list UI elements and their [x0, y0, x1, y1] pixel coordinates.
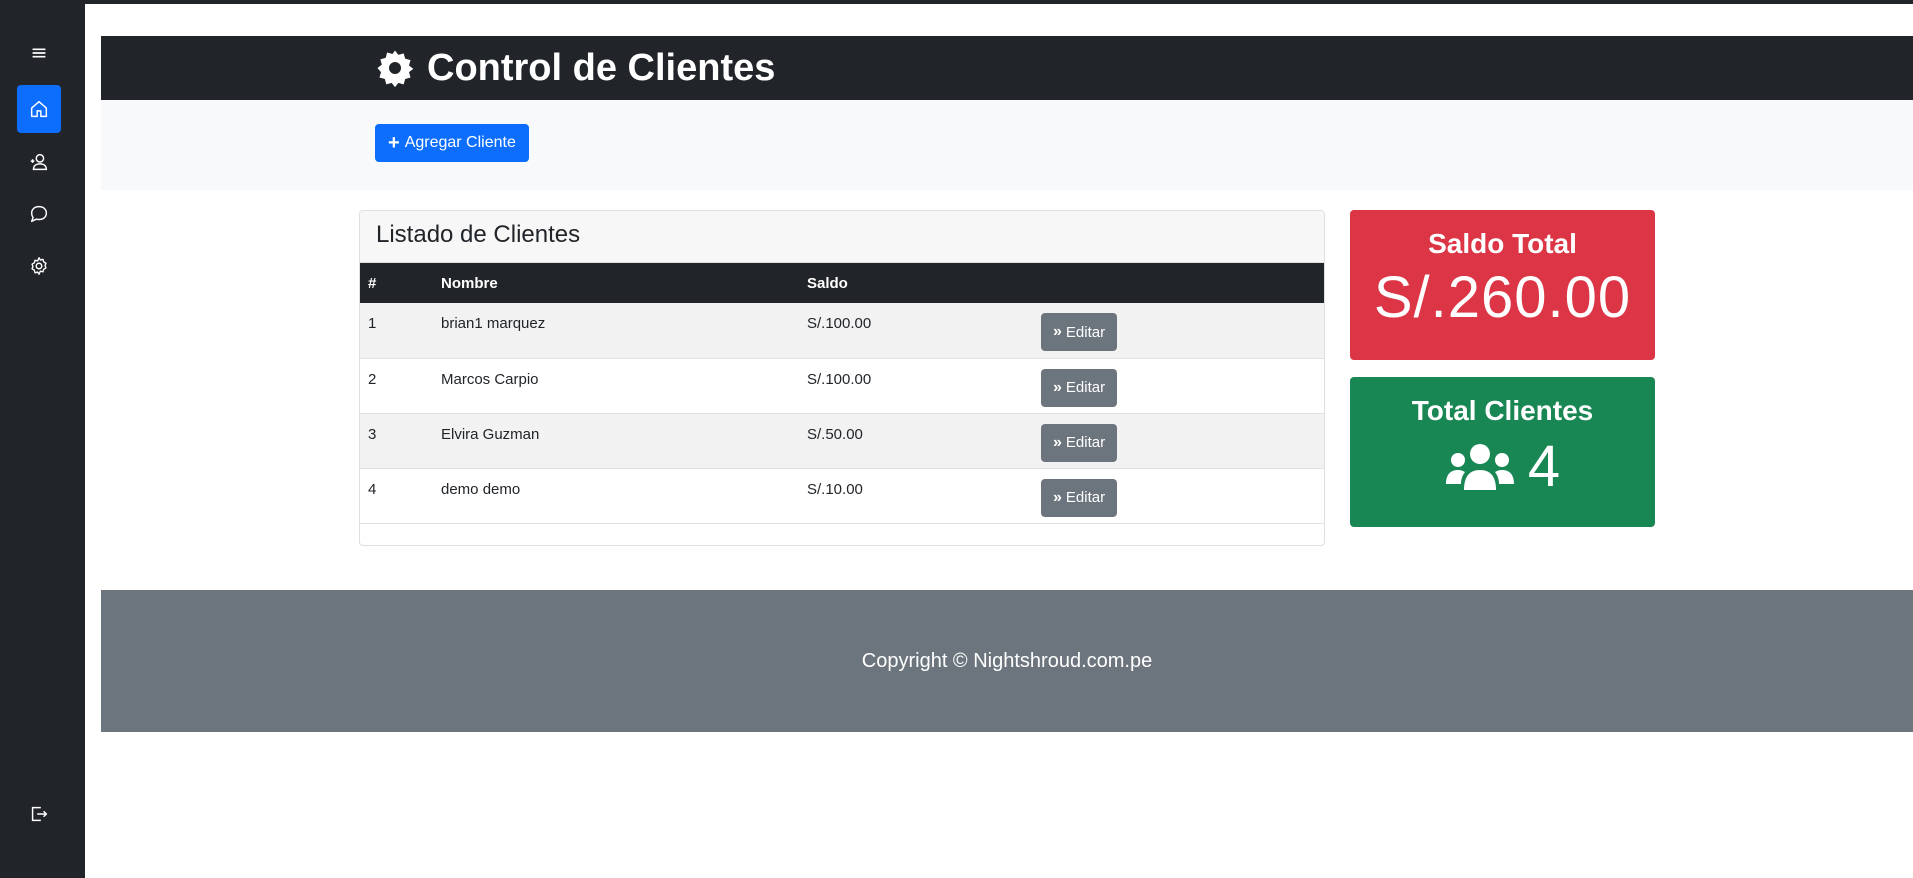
sidebar-item-chat[interactable]: [17, 190, 61, 238]
edit-label: Editar: [1065, 434, 1106, 451]
cell-saldo: S/.10.00: [807, 480, 863, 498]
edit-label: Editar: [1065, 323, 1106, 341]
sidebar-item-home[interactable]: [17, 85, 61, 133]
cell-name: demo demo: [441, 480, 521, 498]
page-title: Control de Clientes: [375, 44, 775, 92]
double-chevron-right-icon: »: [1053, 323, 1062, 340]
table-header-row: # Nombre Saldo: [360, 263, 1324, 303]
cell-saldo: S/.100.00: [807, 315, 872, 332]
cell-name: Marcos Carpio: [441, 370, 539, 388]
action-bar: + Agregar Cliente: [101, 100, 1913, 190]
edit-button[interactable]: » Editar: [1041, 478, 1118, 517]
table-row: 4 demo demo S/.10.00 » Editar: [360, 468, 1324, 523]
edit-button[interactable]: » Editar: [1041, 368, 1118, 407]
edit-label: Editar: [1065, 379, 1106, 396]
edit-button[interactable]: » Editar: [1041, 423, 1118, 462]
hamburger-icon: [32, 48, 46, 58]
user-add-icon: [30, 153, 48, 171]
page-title-text: Control de Clientes: [427, 46, 776, 89]
cell-actions: » Editar: [1033, 413, 1324, 468]
page-header: Control de Clientes: [101, 36, 1913, 100]
cell-id: 3: [368, 425, 377, 443]
chat-icon: [30, 205, 48, 223]
main-content: Control de Clientes + Agregar Cliente Li…: [85, 4, 1913, 878]
cell-name: brian1 marquez: [441, 315, 546, 332]
column-header-id: #: [368, 274, 377, 292]
users-icon: [1445, 443, 1514, 490]
sidebar-menu-toggle[interactable]: [17, 29, 61, 77]
sidebar-logout[interactable]: [17, 790, 61, 838]
cell-actions: » Editar: [1033, 468, 1324, 523]
cell-saldo: S/.50.00: [807, 425, 863, 443]
edit-button[interactable]: » Editar: [1041, 313, 1118, 351]
home-icon: [30, 100, 48, 118]
add-client-label: Agregar Cliente: [404, 134, 516, 151]
table-row: 1 brian1 marquez S/.100.00 » Editar: [360, 303, 1324, 358]
double-chevron-right-icon: »: [1053, 433, 1062, 451]
edit-label: Editar: [1065, 489, 1106, 506]
cell-name: Elvira Guzman: [441, 425, 540, 443]
sidebar-item-add-user[interactable]: [17, 138, 61, 186]
total-clientes-card: Total Clientes 4: [1350, 377, 1655, 527]
saldo-total-card: Saldo Total S/.260.00: [1350, 210, 1655, 360]
cell-id: 4: [368, 480, 377, 498]
logout-icon: [31, 806, 48, 822]
cell-actions: » Editar: [1033, 358, 1324, 413]
total-clientes-title: Total Clientes: [1411, 395, 1594, 426]
double-chevron-right-icon: »: [1053, 488, 1062, 506]
column-header-saldo: Saldo: [807, 274, 848, 292]
table-row: 3 Elvira Guzman S/.50.00 » Editar: [360, 413, 1324, 468]
cell-id: 1: [368, 315, 377, 332]
cell-saldo: S/.100.00: [807, 370, 872, 388]
clients-table: # Nombre Saldo 1 brian1 marquez S/.100.0…: [360, 263, 1324, 524]
plus-icon: +: [388, 131, 400, 154]
total-clientes-value: 4: [1527, 434, 1562, 499]
saldo-total-value: S/.260.00: [1373, 265, 1632, 330]
cell-actions: » Editar: [1033, 303, 1324, 358]
sidebar-item-settings[interactable]: [17, 242, 61, 290]
double-chevron-right-icon: »: [1053, 378, 1062, 396]
column-header-name: Nombre: [441, 274, 498, 292]
gear-icon: [377, 50, 414, 88]
copyright-text: Copyright © Nightshroud.com.pe: [861, 649, 1153, 672]
add-client-button[interactable]: + Agregar Cliente: [375, 124, 529, 162]
cell-id: 2: [368, 370, 377, 388]
saldo-total-title: Saldo Total: [1428, 228, 1577, 259]
footer: Copyright © Nightshroud.com.pe: [101, 590, 1913, 732]
column-header-actions: [1033, 263, 1324, 303]
gear-icon: [31, 257, 47, 275]
table-row: 2 Marcos Carpio S/.100.00 » Editar: [360, 358, 1324, 413]
clients-card-title: Listado de Clientes: [360, 211, 1324, 263]
clients-card: Listado de Clientes # Nombre Saldo 1 bri…: [359, 210, 1325, 546]
sidebar: [0, 4, 85, 878]
